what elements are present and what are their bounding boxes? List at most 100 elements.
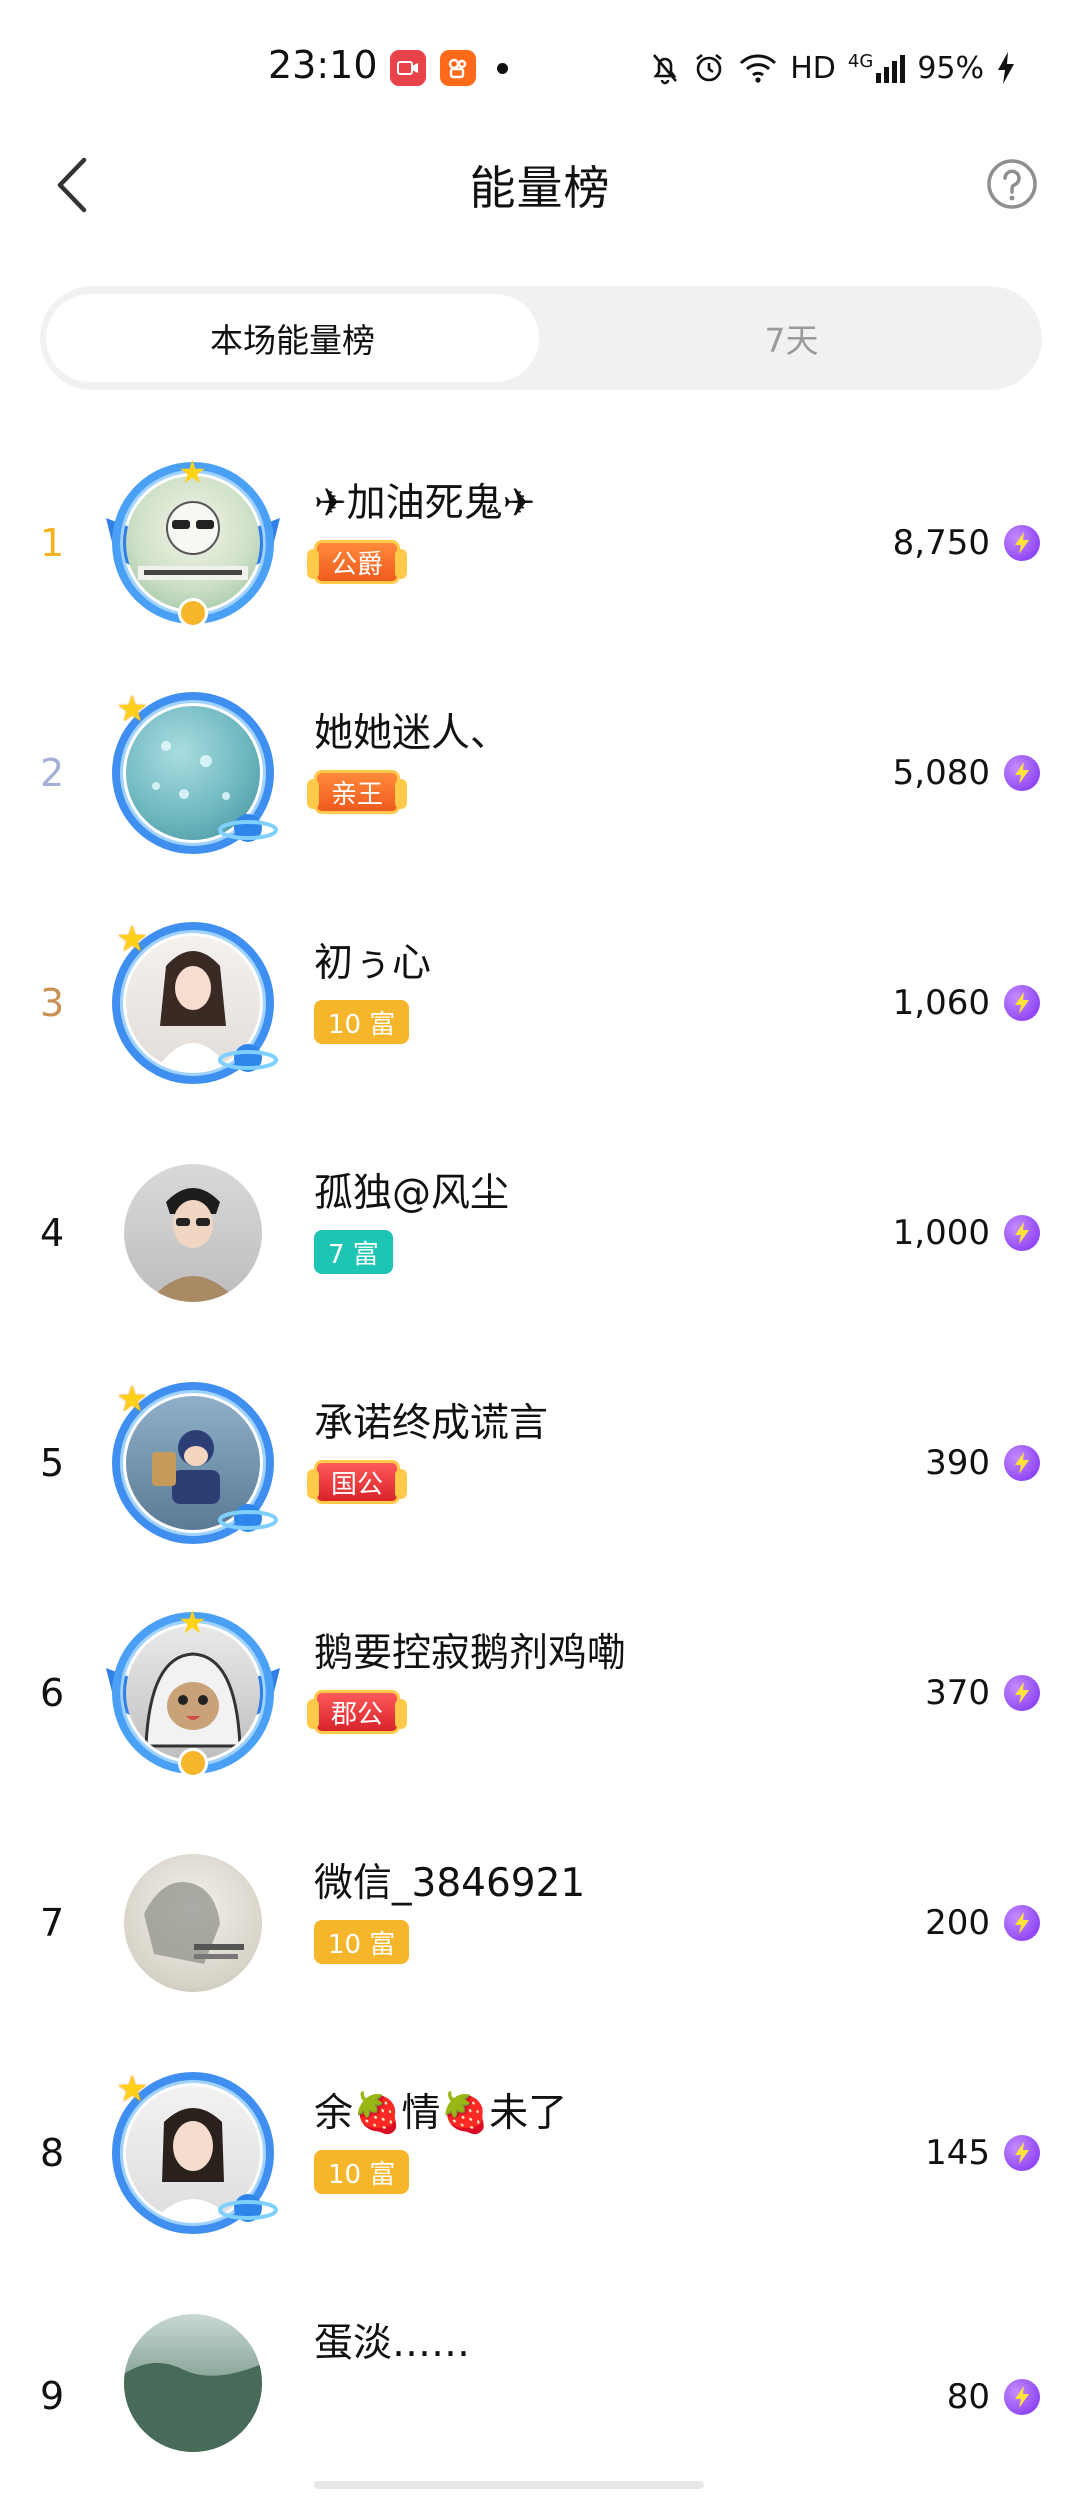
ranking-row[interactable]: 6 ★ 鹅要控寂鹅剂鸡嘞 郡公 370: [0, 1578, 1080, 1808]
star-icon: ★: [116, 2069, 149, 2110]
avatar[interactable]: [108, 1838, 278, 2008]
mute-bell-icon: [653, 54, 678, 85]
star-icon: ★: [178, 1603, 207, 1641]
planet-icon: [218, 1504, 278, 1532]
avatar[interactable]: ★: [108, 2068, 278, 2238]
lightning-bolt-icon: [1004, 1905, 1040, 1941]
tab-current-session[interactable]: 本场能量榜: [46, 294, 539, 382]
screen-record-app-icon: [390, 50, 426, 86]
score-group: 8,750: [893, 520, 1040, 566]
avatar[interactable]: ★: [108, 1378, 278, 1548]
wealth-badge: 10 富: [314, 1920, 410, 1964]
score-group: 1,000: [893, 1210, 1040, 1256]
ranking-row[interactable]: 1 ★ ✈加油死鬼✈ 公爵 8,750: [0, 428, 1080, 658]
help-button[interactable]: [984, 156, 1040, 212]
badge-wing-icon: [395, 1469, 408, 1499]
lightning-bolt-icon: [1004, 755, 1040, 791]
user-name[interactable]: 她她迷人、: [314, 702, 509, 758]
lightning-bolt-icon: [1004, 1215, 1040, 1251]
user-name[interactable]: 孤独@风尘: [314, 1162, 509, 1218]
ranking-row[interactable]: 5 ★ 承诺终成谎言 国公 390: [0, 1348, 1080, 1578]
cell-signal-icon: [876, 55, 906, 83]
ranking-row[interactable]: 4 孤独@风尘 7 富 1,000: [0, 1118, 1080, 1348]
page-title: 能量榜: [469, 161, 611, 215]
noble-badge: 国公: [307, 1460, 408, 1504]
star-icon: ★: [116, 1379, 149, 1420]
star-icon: ★: [116, 919, 149, 960]
score-group: 370: [925, 1670, 1040, 1716]
frame-medal-icon: [178, 1748, 208, 1778]
avatar[interactable]: ★: [108, 688, 278, 858]
badge-label: 亲王: [331, 779, 384, 810]
avatar-image: [124, 1854, 262, 1992]
charging-bolt-icon: [998, 52, 1014, 84]
ranking-tabs: 本场能量榜 7天: [40, 286, 1042, 390]
badge-wing-icon: [307, 549, 319, 579]
badge-wing-icon: [307, 1699, 319, 1729]
ranking-row[interactable]: 7 微信_3846921 10 富 200: [0, 1808, 1080, 2038]
page-header: 能量榜: [0, 140, 1080, 230]
avatar-image: [124, 2314, 262, 2452]
avatar[interactable]: [108, 1148, 278, 1318]
energy-score: 80: [946, 2377, 990, 2417]
badge-wing-icon: [307, 1469, 319, 1499]
battery-percentage: 95%: [917, 50, 984, 86]
rank-number: 8: [40, 2131, 65, 2175]
alarm-icon: [696, 53, 723, 82]
user-name[interactable]: 初ぅ心: [314, 932, 431, 988]
wealth-badge: 10 富: [314, 1000, 410, 1044]
planet-icon: [218, 814, 278, 842]
question-circle-icon: [987, 159, 1037, 209]
user-name[interactable]: 承诺终成谎言: [314, 1392, 548, 1448]
rank-number: 3: [40, 981, 65, 1025]
noble-badge: 郡公: [307, 1690, 408, 1734]
score-group: 200: [925, 1900, 1040, 1946]
badge-wing-icon: [307, 779, 319, 809]
noble-badge: 公爵: [307, 540, 408, 584]
rank-number: 6: [40, 1671, 65, 1715]
badge-wing-icon: [395, 549, 408, 579]
avatar[interactable]: ★: [106, 1603, 280, 1778]
status-time: 23:10: [268, 43, 378, 87]
rank-number: 5: [40, 1441, 65, 1485]
energy-score: 8,750: [892, 523, 990, 563]
lightning-bolt-icon: [1004, 525, 1040, 561]
badge-wing-icon: [395, 779, 408, 809]
energy-score: 1,000: [892, 1213, 990, 1253]
score-group: 1,060: [893, 980, 1040, 1026]
tab-7-days[interactable]: 7天: [545, 294, 1038, 382]
rank-number: 2: [40, 751, 65, 795]
star-icon: ★: [178, 453, 207, 491]
user-name[interactable]: 蛋淡……: [314, 2312, 470, 2368]
level-progress-bar: [314, 2481, 704, 2489]
ranking-row[interactable]: 2 ★ 她她迷人、 亲王 5,080: [0, 658, 1080, 888]
notification-dot-icon: [497, 63, 508, 74]
noble-badge: 亲王: [307, 770, 408, 814]
lightning-bolt-icon: [1004, 1675, 1040, 1711]
avatar[interactable]: [108, 2298, 278, 2468]
status-bar: 23:10 HD 4G 95%: [0, 0, 1080, 135]
energy-score: 1,060: [892, 983, 990, 1023]
ranking-row[interactable]: 9 蛋淡…… 80: [0, 2268, 1080, 2498]
star-icon: ★: [116, 689, 149, 730]
user-name[interactable]: 余🍓情🍓未了: [314, 2082, 567, 2138]
wealth-badge: 10 富: [314, 2150, 410, 2194]
energy-score: 5,080: [892, 753, 990, 793]
wifi-icon: [740, 54, 777, 83]
status-right-group: HD 4G 95%: [650, 46, 1016, 90]
user-name[interactable]: 微信_3846921: [314, 1852, 585, 1908]
user-name[interactable]: ✈加油死鬼✈: [314, 472, 535, 528]
lightning-bolt-icon: [1004, 2379, 1040, 2415]
user-name[interactable]: 鹅要控寂鹅剂鸡嘞: [314, 1622, 626, 1678]
frame-medal-icon: [178, 598, 208, 628]
lightning-bolt-icon: [1004, 985, 1040, 1021]
rank-number: 1: [40, 521, 65, 565]
ranking-row[interactable]: 8 ★ 余🍓情🍓未了 10 富 145: [0, 2038, 1080, 2268]
score-group: 5,080: [893, 750, 1040, 796]
avatar[interactable]: ★: [108, 918, 278, 1088]
lightning-bolt-icon: [1004, 1445, 1040, 1481]
energy-score: 390: [925, 1443, 990, 1483]
avatar[interactable]: ★: [106, 453, 280, 628]
badge-label: 国公: [331, 1469, 384, 1500]
ranking-row[interactable]: 3 ★ 初ぅ心 10 富 1,060: [0, 888, 1080, 1118]
